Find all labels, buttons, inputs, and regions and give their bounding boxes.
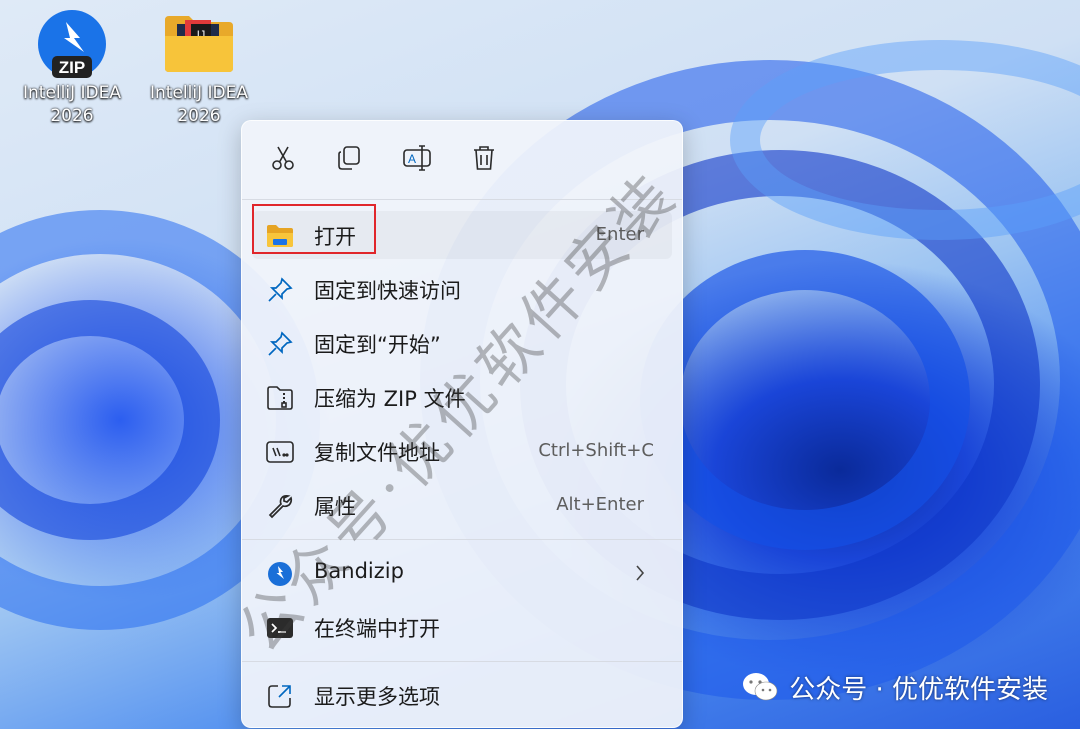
chevron-right-icon bbox=[634, 563, 646, 587]
menu-item-show-more-options[interactable]: 显示更多选项 bbox=[252, 671, 672, 719]
delete-button[interactable] bbox=[467, 143, 501, 177]
rename-glyph: A bbox=[408, 152, 416, 166]
copy-path-icon bbox=[266, 438, 294, 466]
zip-badge-text: ZIP bbox=[59, 58, 85, 77]
wallpaper-swirl bbox=[640, 250, 970, 550]
delete-icon bbox=[470, 144, 498, 176]
wallpaper-swirl bbox=[730, 40, 1080, 240]
highlight-box bbox=[252, 204, 376, 254]
copy-button[interactable] bbox=[332, 143, 366, 177]
watermark-corner-text: 公众号 · 优优软件安装 bbox=[789, 674, 1048, 705]
watermark-corner: 公众号 · 优优软件安装 bbox=[741, 668, 1048, 706]
menu-item-label: 显示更多选项 bbox=[314, 685, 440, 709]
zip-archive-icon bbox=[266, 384, 294, 412]
show-more-icon bbox=[266, 682, 294, 710]
cut-button[interactable] bbox=[266, 143, 300, 177]
wrench-icon bbox=[266, 492, 294, 520]
menu-item-shortcut: Ctrl+Shift+C bbox=[538, 440, 654, 461]
wallpaper-swirl bbox=[0, 300, 220, 540]
desktop-icon-label: 2026 bbox=[50, 106, 94, 126]
menu-item-shortcut: Alt+Enter bbox=[556, 494, 644, 515]
desktop-icon-zip[interactable]: ZIP IntelliJ IDEA 2026 bbox=[12, 8, 132, 129]
menu-item-label: 在终端中打开 bbox=[314, 617, 440, 641]
rename-button[interactable]: A bbox=[400, 143, 434, 177]
wechat-icon bbox=[741, 671, 779, 703]
menu-separator bbox=[242, 661, 682, 662]
bandizip-zip-icon: ZIP bbox=[36, 8, 108, 80]
cut-icon bbox=[269, 144, 297, 176]
desktop-icon-folder[interactable]: IJ IntelliJ IDEA 2026 bbox=[139, 8, 259, 129]
copy-icon bbox=[335, 144, 363, 176]
menu-item-label: 固定到“开始” bbox=[314, 333, 441, 357]
menu-item-label: 固定到快速访问 bbox=[314, 279, 461, 303]
rename-icon: A bbox=[402, 144, 432, 176]
pin-start-icon bbox=[266, 330, 294, 358]
pin-icon bbox=[266, 276, 294, 304]
folder-icon: IJ bbox=[163, 14, 235, 74]
